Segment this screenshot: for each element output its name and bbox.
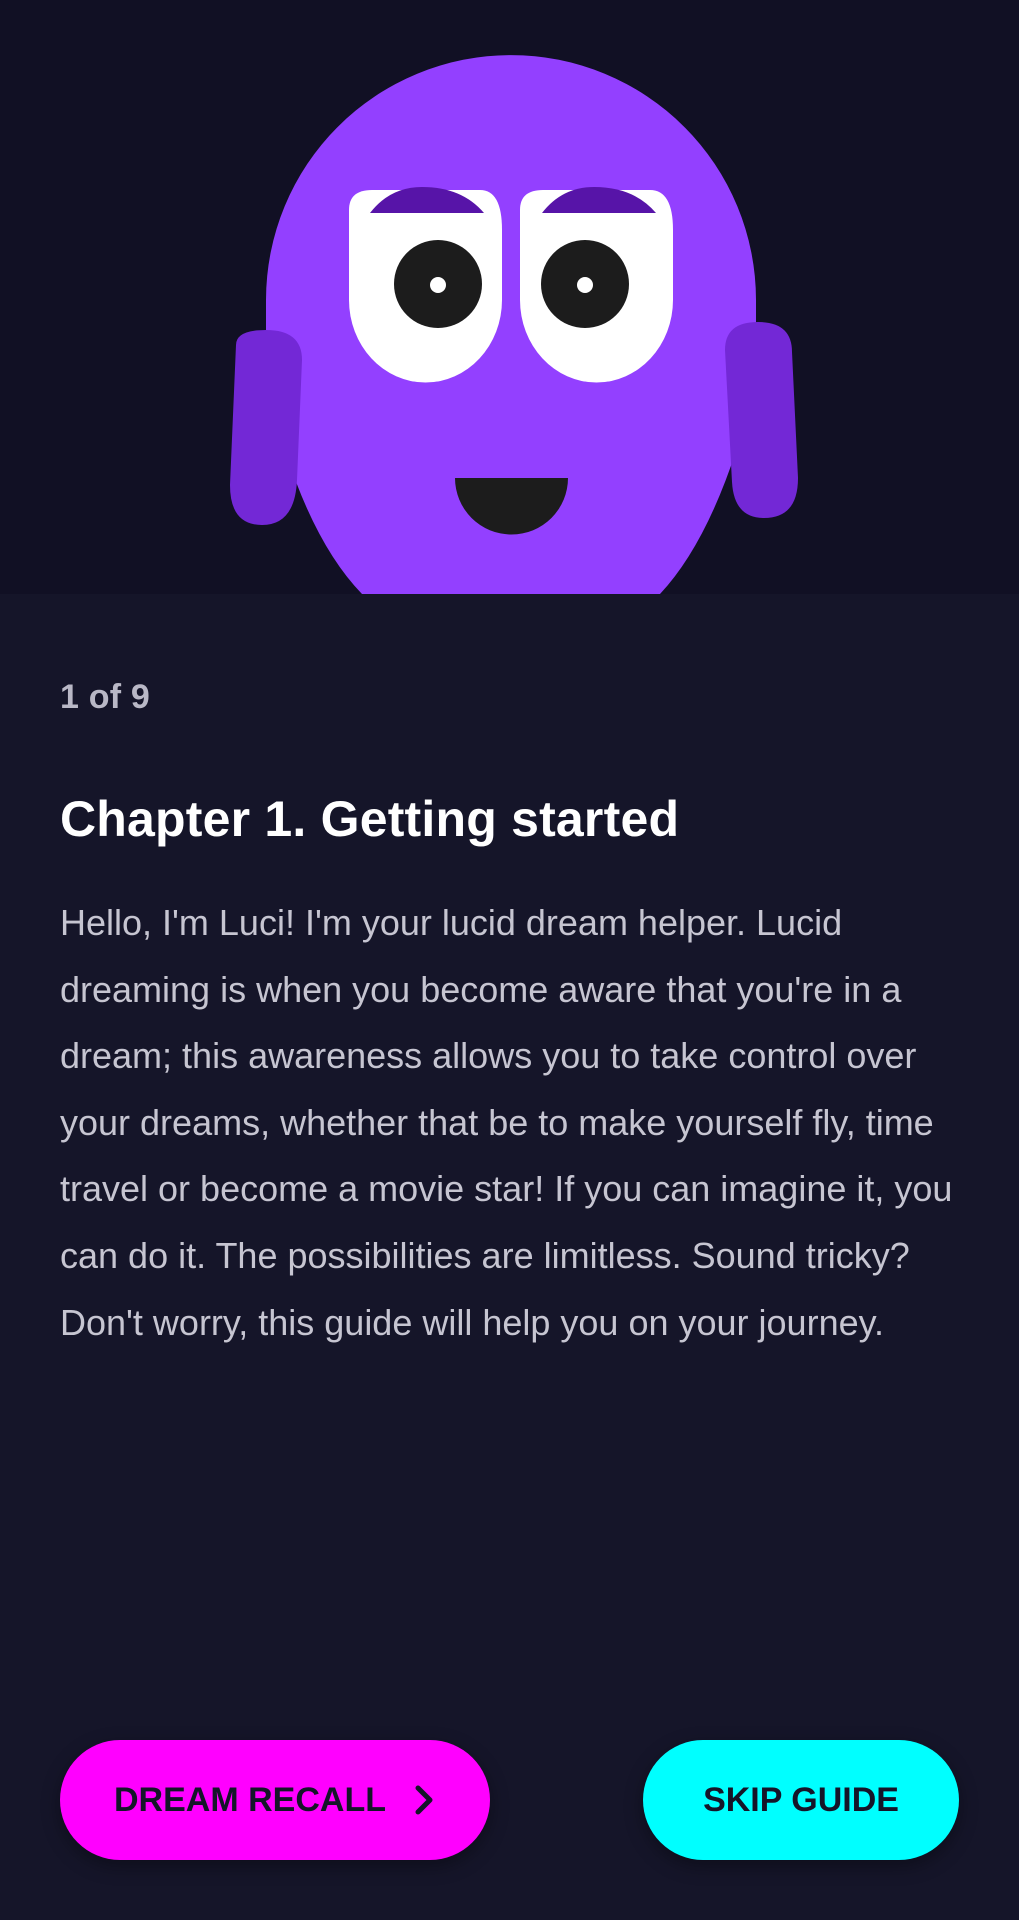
chapter-body: Hello, I'm Luci! I'm your lucid dream he… [60,902,953,1343]
hero-illustration [0,0,1019,594]
skip-guide-button[interactable]: SKIP GUIDE [643,1740,959,1860]
mascot-right-pupil-highlight [577,277,593,293]
luci-mascot [230,55,798,594]
chapter-title: Chapter 1. Getting started [60,791,680,847]
next-chapter-label: DREAM RECALL [114,1780,386,1819]
mascot-right-arm [725,322,798,518]
chevron-right-icon [415,1785,433,1815]
mascot-left-arm [230,330,302,525]
skip-guide-label: SKIP GUIDE [703,1780,899,1819]
mascot-left-pupil-highlight [430,277,446,293]
next-chapter-button[interactable]: DREAM RECALL [60,1740,490,1860]
step-indicator: 1 of 9 [60,678,151,716]
guide-content: 1 of 9 Chapter 1. Getting started Hello,… [0,594,1019,1920]
